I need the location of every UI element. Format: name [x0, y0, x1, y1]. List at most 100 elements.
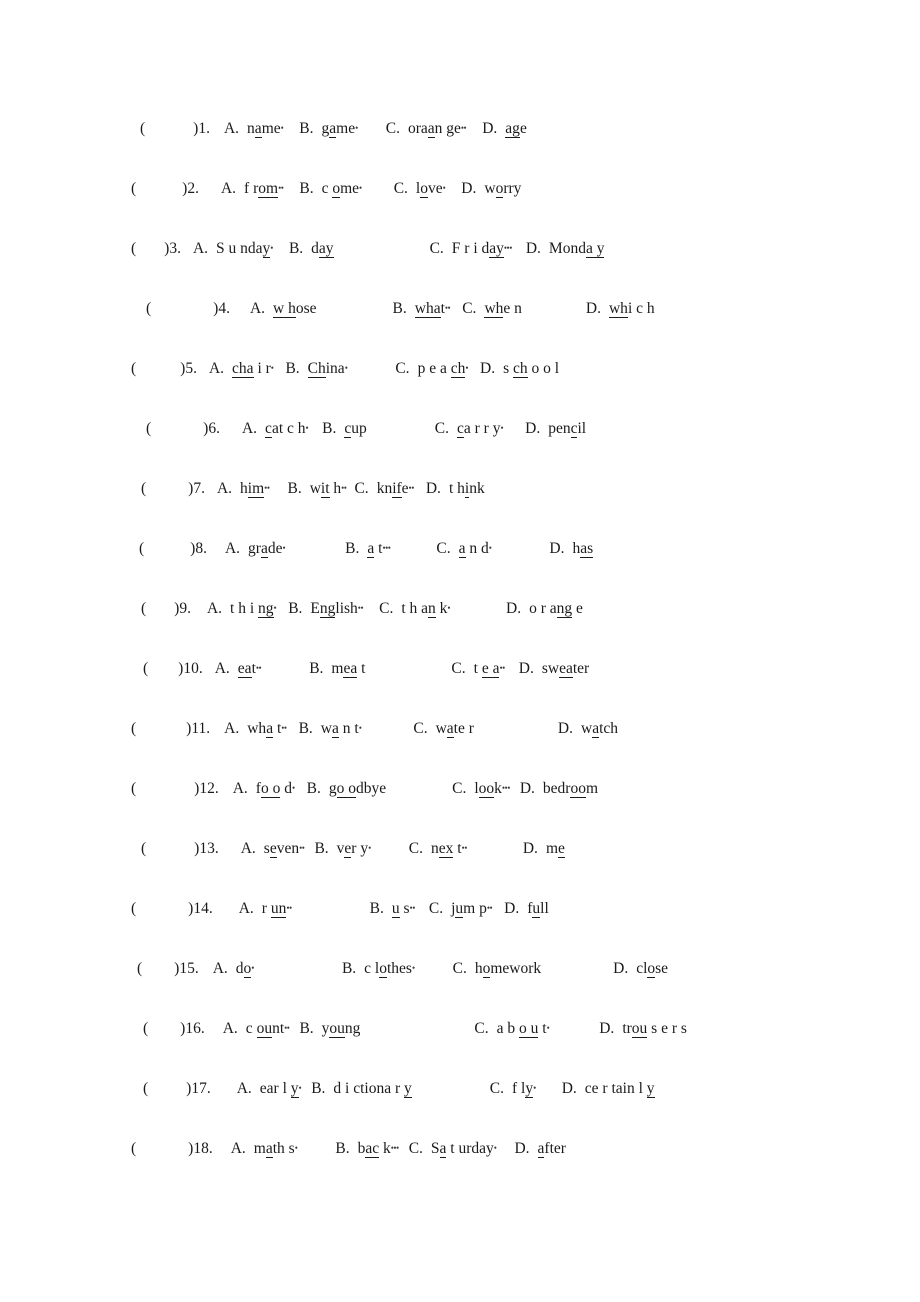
answer-option[interactable]: D. bedroom: [520, 780, 598, 798]
answer-option[interactable]: C. p e a ch•: [395, 360, 468, 378]
answer-option[interactable]: C. F r i day•••: [430, 240, 512, 258]
answer-option[interactable]: D. whi c h: [586, 300, 655, 318]
answer-option[interactable]: B. mea t: [309, 660, 365, 678]
answer-bracket[interactable]: (): [131, 781, 199, 797]
answer-bracket[interactable]: (): [131, 241, 169, 257]
answer-option[interactable]: A. cha i r•: [209, 360, 274, 378]
answer-option[interactable]: B. go odbye: [307, 780, 386, 798]
answer-option[interactable]: A. w hose: [250, 300, 317, 318]
answer-bracket[interactable]: (): [146, 421, 208, 437]
answer-option[interactable]: C. t h an k•: [379, 600, 450, 618]
answer-option[interactable]: D. me: [523, 840, 565, 858]
answer-option[interactable]: A. math s•: [231, 1140, 298, 1158]
bracket-open: (: [141, 600, 147, 617]
answer-option[interactable]: B. wit h ••: [287, 480, 347, 498]
answer-option[interactable]: B. what••: [393, 300, 451, 318]
answer-option[interactable]: B. day: [289, 240, 334, 258]
answer-option[interactable]: C. a n d•: [436, 540, 492, 558]
answer-option[interactable]: D. has: [549, 540, 594, 558]
answer-option[interactable]: A. grade•: [225, 540, 286, 558]
answer-option[interactable]: D. t hink: [426, 480, 485, 498]
answer-option[interactable]: A. cat c h•: [242, 420, 309, 438]
answer-option[interactable]: A. wha t••: [224, 720, 287, 738]
answer-option[interactable]: B. bac k•••: [335, 1140, 399, 1158]
answer-option[interactable]: A. r un••: [239, 900, 292, 918]
answer-option[interactable]: A. do•: [213, 960, 254, 978]
answer-option[interactable]: A. name•: [224, 120, 284, 138]
answer-option[interactable]: A. ear l y •: [237, 1080, 302, 1098]
answer-option[interactable]: C. whe n: [462, 300, 522, 318]
answer-option[interactable]: B. c lothes•: [342, 960, 415, 978]
answer-bracket[interactable]: (): [143, 1021, 185, 1037]
answer-option[interactable]: C. wate r: [413, 720, 474, 738]
answer-option[interactable]: D. worry: [461, 180, 521, 198]
answer-option[interactable]: A. seven••: [241, 840, 305, 858]
answer-bracket[interactable]: (): [137, 961, 179, 977]
answer-bracket[interactable]: (): [131, 901, 193, 917]
answer-option[interactable]: D. close: [613, 960, 668, 978]
answer-option[interactable]: B. d i ctiona r y: [311, 1080, 412, 1098]
answer-option[interactable]: C. oraan ge••: [386, 120, 467, 138]
answer-option[interactable]: C. jum p••: [429, 900, 493, 918]
answer-option[interactable]: B. wa n t•: [299, 720, 362, 738]
answer-option[interactable]: D. s ch o o l: [480, 360, 559, 378]
answer-option[interactable]: B. cup: [322, 420, 367, 438]
answer-option[interactable]: D. ce r tain l y: [562, 1080, 655, 1098]
answer-option[interactable]: D. trou s e r s: [599, 1020, 687, 1038]
answer-bracket[interactable]: (): [131, 361, 185, 377]
answer-bracket[interactable]: (): [141, 601, 179, 617]
answer-option[interactable]: D. after: [514, 1140, 566, 1158]
answer-option[interactable]: B. a t•••: [345, 540, 391, 558]
answer-option[interactable]: A. S u nday •: [193, 240, 273, 258]
answer-option[interactable]: A. t h i ng•: [207, 600, 277, 618]
answer-option[interactable]: C. t e a ••: [451, 660, 505, 678]
answer-bracket[interactable]: (): [143, 1081, 191, 1097]
answer-option[interactable]: B. China•: [285, 360, 348, 378]
answer-bracket[interactable]: (): [131, 721, 191, 737]
answer-bracket[interactable]: (): [143, 661, 183, 677]
answer-option[interactable]: C. f ly•: [490, 1080, 536, 1098]
word-prefix: t h i: [230, 600, 259, 617]
answer-option[interactable]: C. nex t••: [409, 840, 467, 858]
answer-bracket[interactable]: (): [141, 841, 199, 857]
answer-bracket[interactable]: (): [131, 181, 187, 197]
answer-option[interactable]: D. age: [482, 120, 527, 138]
answer-bracket[interactable]: (): [131, 1141, 193, 1157]
answer-option[interactable]: C. a b o u t•: [474, 1020, 550, 1038]
underlined-letters: u: [532, 900, 541, 918]
answer-option[interactable]: A. fo o d•: [233, 780, 295, 798]
answer-option[interactable]: B. ver y•: [314, 840, 371, 858]
option-letter: A.: [216, 480, 233, 497]
answer-option[interactable]: B. English••: [288, 600, 364, 618]
bracket-open: (: [141, 480, 147, 497]
answer-option[interactable]: B. c ome•: [299, 180, 362, 198]
answer-bracket[interactable]: (): [141, 481, 193, 497]
underlined-letters: ng: [258, 600, 274, 618]
answer-option[interactable]: C. ca r r y•: [435, 420, 504, 438]
answer-option[interactable]: D. Monda y: [526, 240, 605, 258]
answer-option[interactable]: C. homework: [453, 960, 541, 978]
answer-option[interactable]: C. Sa t urday•: [409, 1140, 497, 1158]
answer-option[interactable]: A. c ount••: [223, 1020, 290, 1038]
answer-option[interactable]: A. him••: [216, 480, 270, 498]
answer-option[interactable]: B. game•: [299, 120, 358, 138]
option-word: o r ang e: [529, 600, 583, 618]
answer-bracket[interactable]: (): [140, 121, 198, 137]
answer-option[interactable]: A. f rom••: [221, 180, 284, 198]
answer-option[interactable]: D. full: [504, 900, 549, 918]
answer-option[interactable]: A. eat••: [215, 660, 262, 678]
answer-option[interactable]: D. o r ang e: [506, 600, 583, 618]
answer-option[interactable]: B. young: [299, 1020, 360, 1038]
word-prefix: w: [435, 720, 447, 737]
answer-bracket[interactable]: (): [139, 541, 195, 557]
answer-option[interactable]: D. pencil: [525, 420, 586, 438]
answer-option[interactable]: B. u s••: [370, 900, 415, 918]
answer-option[interactable]: C. look•••: [452, 780, 510, 798]
question-row: ()14. A. r un•• B. u s•• C. jum p•• D. full: [0, 900, 920, 918]
answer-option[interactable]: C. love•: [394, 180, 446, 198]
answer-option[interactable]: D. sweater: [519, 660, 589, 678]
answer-option[interactable]: C. knife••: [354, 480, 414, 498]
answer-bracket[interactable]: (): [146, 301, 218, 317]
ocr-speck: •: [368, 843, 371, 854]
answer-option[interactable]: D. watch: [558, 720, 618, 738]
